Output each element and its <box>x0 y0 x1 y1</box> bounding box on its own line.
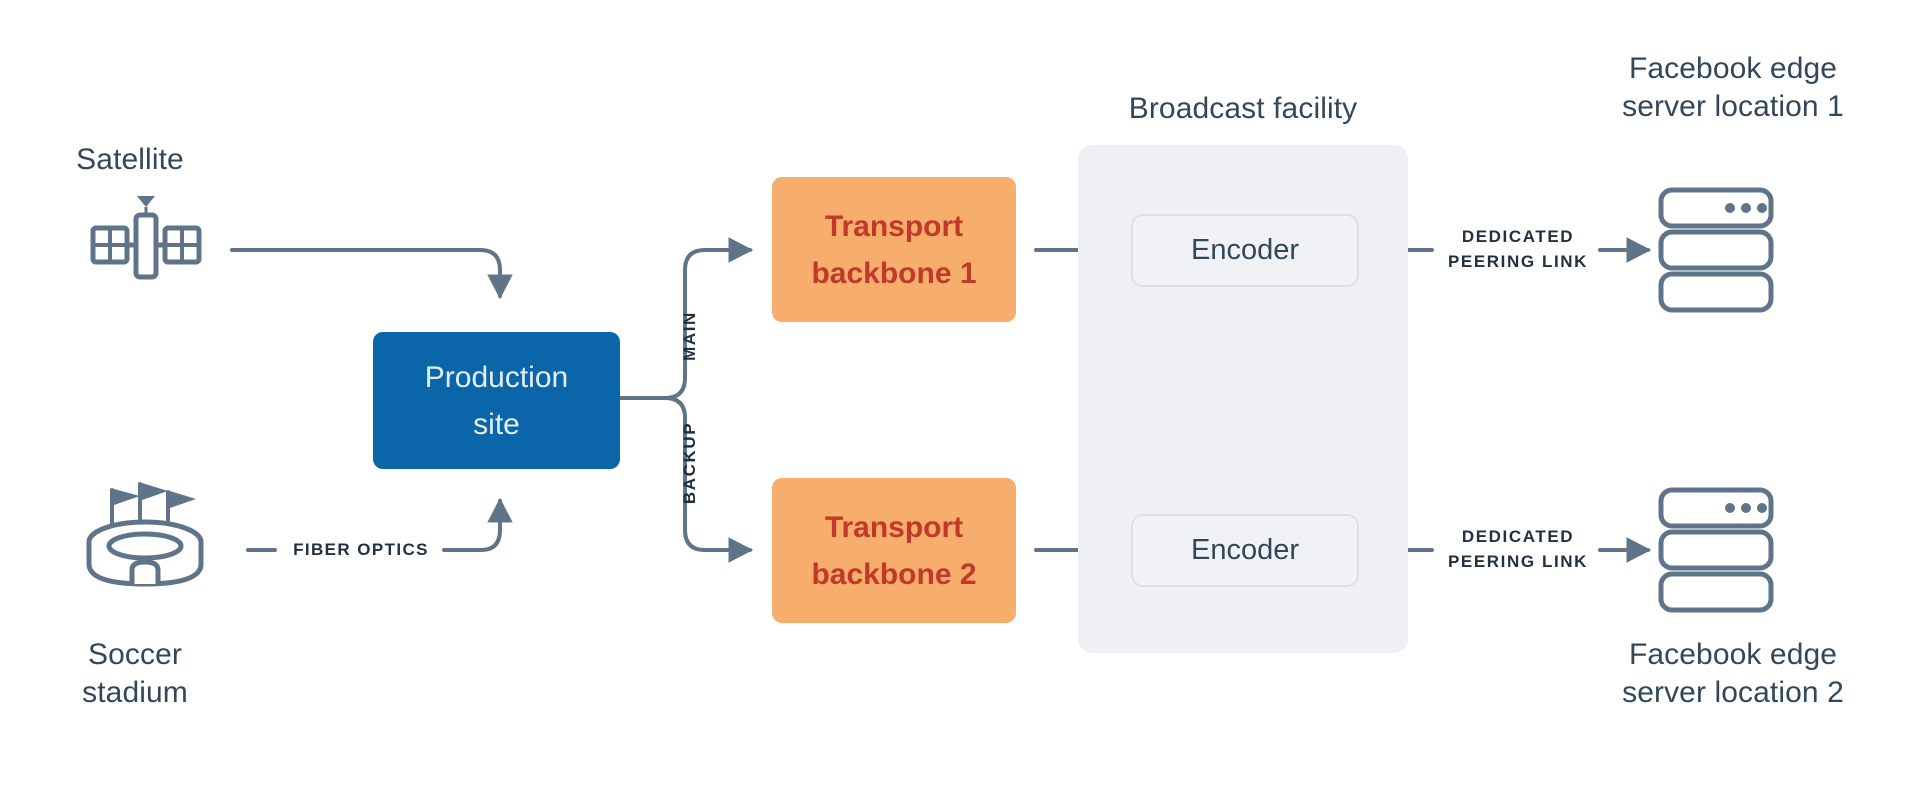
connector-fork-backup <box>663 396 754 563</box>
connector-satellite-to-production <box>230 248 513 300</box>
backup-link-label: BACKUP <box>680 421 699 505</box>
production-site-node[interactable]: Production site <box>373 332 620 469</box>
transport-backbone-1-node[interactable]: Transport backbone 1 <box>772 177 1016 322</box>
broadcast-facility-title: Broadcast facility <box>1128 92 1358 125</box>
edge-server-2-label: Facebook edge server location 2 <box>1622 638 1844 709</box>
main-link-label: MAIN <box>680 311 699 361</box>
server-icon <box>1657 186 1775 314</box>
fiber-optics-link-label: FIBER OPTICS <box>293 540 429 559</box>
transport-backbone-2-node[interactable]: Transport backbone 2 <box>772 478 1016 623</box>
dedicated-peering-link-label-2: DEDICATED PEERING LINK <box>1447 527 1589 571</box>
diagram-canvas: Satellite Soccer stadium FIBER OPTICS Pr… <box>0 0 1921 806</box>
encoder-2-node[interactable]: Encoder <box>1131 514 1359 587</box>
satellite-icon <box>88 190 218 300</box>
dedicated-peering-link-label-1: DEDICATED PEERING LINK <box>1447 227 1589 271</box>
connector-fiber-to-production <box>442 497 513 552</box>
encoder-1-node[interactable]: Encoder <box>1131 214 1359 287</box>
stadium-icon <box>82 480 212 600</box>
stadium-label: Soccer stadium <box>82 638 188 709</box>
server-icon <box>1657 486 1775 614</box>
satellite-label: Satellite <box>76 143 184 176</box>
edge-server-1-label: Facebook edge server location 1 <box>1622 52 1844 123</box>
connector-fork-main <box>663 237 754 400</box>
